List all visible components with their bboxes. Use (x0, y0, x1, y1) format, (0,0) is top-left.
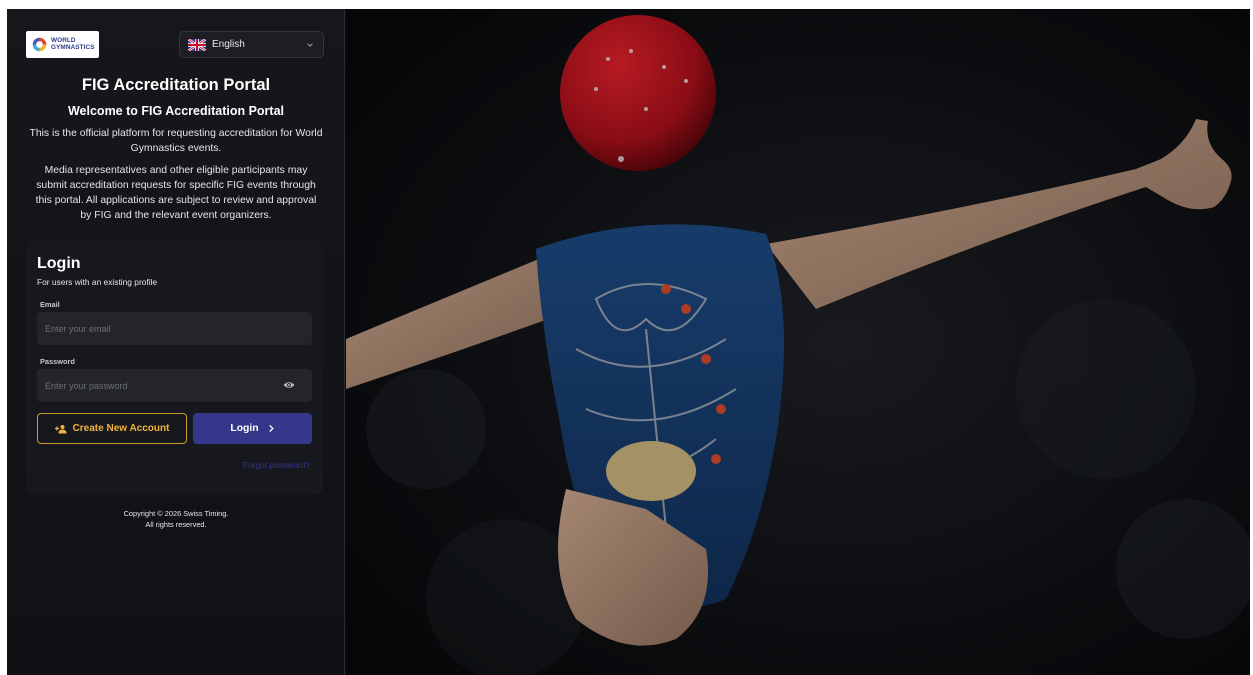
login-button[interactable]: Login (193, 413, 312, 444)
page-subtitle: Welcome to FIG Accreditation Portal (67, 104, 284, 118)
login-button-label: Login (230, 423, 259, 434)
chevron-down-icon (307, 43, 313, 47)
language-selector[interactable]: English (179, 31, 324, 58)
create-account-button[interactable]: Create New Account (37, 413, 187, 444)
login-card: Login For users with an existing profile… (26, 241, 323, 495)
description-paragraph-1: This is the official platform for reques… (29, 128, 323, 154)
top-bar: WORLD GYMNASTICS English (26, 31, 324, 59)
eye-icon[interactable] (283, 380, 295, 390)
login-panel: WORLD GYMNASTICS English FIG Accreditati… (7, 9, 345, 675)
hero-image (346, 9, 1250, 675)
login-subheading: For users with an existing profile (37, 277, 158, 287)
email-label: Email (40, 300, 60, 309)
language-label: English (212, 39, 245, 50)
page-title: FIG Accreditation Portal (81, 76, 271, 94)
forgot-password-link[interactable]: Forgot password? (243, 460, 310, 470)
copyright-line-2: All rights reserved. (145, 520, 207, 529)
copyright: Copyright © 2026 Swiss Timing. All right… (7, 508, 345, 530)
world-gymnastics-logo-icon (32, 37, 47, 52)
add-user-icon (54, 424, 67, 433)
chevron-right-icon (268, 424, 274, 433)
email-input[interactable] (37, 312, 312, 345)
logo-text: WORLD GYMNASTICS (51, 37, 95, 51)
logo-line-2: GYMNASTICS (51, 43, 95, 51)
copyright-line-1: Copyright © 2026 Swiss Timing. (123, 509, 229, 518)
gymnast-illustration (346, 9, 1250, 675)
world-gymnastics-logo[interactable]: WORLD GYMNASTICS (26, 31, 99, 58)
password-input[interactable] (37, 369, 312, 402)
create-account-label: Create New Account (72, 423, 170, 434)
password-label: Password (40, 357, 75, 366)
description-paragraph-2: Media representatives and other eligible… (35, 165, 317, 221)
uk-flag-icon (188, 38, 206, 51)
app-frame: WORLD GYMNASTICS English FIG Accreditati… (7, 9, 1250, 675)
login-heading: Login (37, 255, 81, 272)
